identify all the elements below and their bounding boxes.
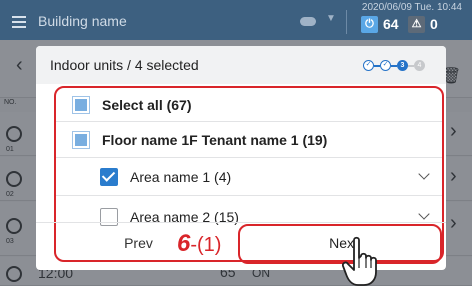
view-icon[interactable]: [300, 17, 316, 26]
clock-icon: [6, 171, 22, 187]
step-callout: 6-(1): [177, 230, 221, 258]
step-indicator-1: ✓: [363, 60, 374, 71]
row-number: 03: [6, 238, 14, 245]
chevron-down-icon[interactable]: ▼: [326, 13, 336, 24]
clock-icon: [6, 126, 22, 142]
power-count: 64: [383, 16, 399, 32]
area-label: Area name 1 (4): [130, 169, 232, 185]
list-item-floor[interactable]: Floor name 1F Tenant name 1 (19): [56, 122, 442, 158]
step-suffix: -(1): [190, 234, 222, 256]
chevron-right-icon[interactable]: ›: [450, 120, 457, 143]
power-icon: ⏻: [361, 16, 378, 33]
checkbox-partial[interactable]: [72, 131, 90, 149]
step-indicator-3: 3: [397, 60, 408, 71]
row-number: 01: [6, 146, 14, 153]
list-item-select-all[interactable]: Select all (67): [56, 88, 442, 122]
dialog-title: Indoor units / 4 selected: [50, 57, 199, 73]
chevron-down-icon[interactable]: [418, 168, 430, 180]
dialog-header: Indoor units / 4 selected ✓ ✓ 3 4: [36, 46, 446, 84]
row-number: 02: [6, 191, 14, 198]
select-all-label: Select all (67): [102, 97, 192, 113]
clock-icon: [6, 218, 22, 234]
chevron-right-icon[interactable]: ›: [450, 165, 457, 188]
column-no-label: NO.: [4, 99, 17, 106]
step-indicator-2: ✓: [380, 60, 391, 71]
datetime-display: 2020/06/09 Tue. 10:44: [361, 2, 462, 13]
screen: Building name 2020/06/09 Tue. 10:44 ▼ ⏻ …: [0, 0, 472, 286]
step-indicator-4: 4: [414, 60, 425, 71]
floor-label: Floor name 1F Tenant name 1 (19): [102, 132, 328, 148]
menu-icon[interactable]: [12, 16, 26, 28]
warning-count: 0: [430, 16, 438, 32]
chevron-down-icon[interactable]: [418, 208, 430, 220]
divider: [346, 10, 347, 34]
chevron-right-icon[interactable]: ›: [450, 212, 457, 235]
warning-icon: ⚠: [408, 16, 425, 33]
checkbox-checked[interactable]: [100, 168, 118, 186]
list-item-area-1[interactable]: Area name 1 (4): [56, 158, 442, 196]
pointer-hand-icon: [341, 236, 377, 286]
top-bar: Building name 2020/06/09 Tue. 10:44 ▼ ⏻ …: [0, 0, 472, 40]
step-number: 6: [177, 230, 191, 257]
building-name: Building name: [38, 13, 127, 29]
back-icon[interactable]: ‹: [16, 54, 23, 77]
checkbox-partial[interactable]: [72, 96, 90, 114]
clock-icon: [6, 266, 22, 282]
